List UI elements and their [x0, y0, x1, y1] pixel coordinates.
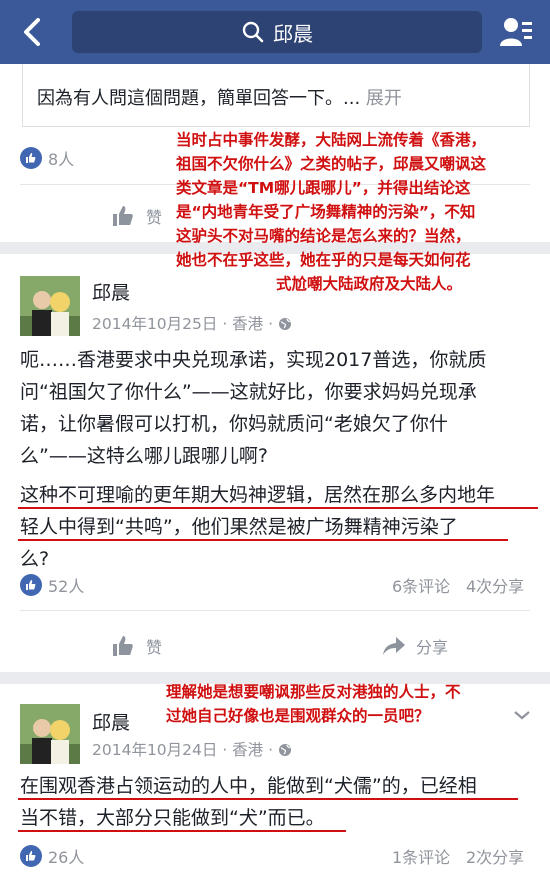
search-bar[interactable]: 邱晨 — [72, 11, 482, 53]
red-underline — [18, 539, 508, 541]
red-underline — [18, 798, 518, 800]
like-icon — [20, 574, 42, 596]
chevron-down-icon[interactable] — [512, 708, 532, 722]
thumbs-up-icon — [113, 636, 133, 656]
author-name[interactable]: 邱晨 — [92, 708, 130, 735]
share-arrow-icon — [383, 637, 405, 655]
expand-link[interactable]: 展开 — [366, 88, 402, 109]
annotation-text-2: 理解她是想要嘲讽那些反对港独的人士，不 过她自己好像也是围观群众的一员吧？ — [166, 683, 461, 725]
like-count[interactable]: 8人 — [20, 146, 74, 170]
post-paragraph-2: 这种不可理喻的更年期大妈神逻辑，居然在那么多内地年 轻人中得到“共鸣”，他们果然… — [20, 484, 496, 570]
shared-content-box: 因為有人問這個問題，簡單回答一下。... 展开 — [22, 64, 530, 127]
post-paragraph-1: 呃……香港要求中央兑现承诺，实现2017普选，你就质 问“祖国欠了你什么”——这… — [20, 349, 487, 467]
comment-count[interactable]: 1条评论 — [392, 844, 450, 868]
share-count[interactable]: 4次分享 — [466, 573, 524, 597]
share-count[interactable]: 2次分享 — [466, 844, 524, 868]
like-icon — [20, 845, 42, 867]
back-arrow-icon[interactable] — [14, 14, 50, 50]
search-query: 邱晨 — [273, 21, 313, 46]
friends-list-icon[interactable] — [498, 14, 534, 50]
share-button[interactable]: 分享 — [382, 634, 448, 658]
post-meta: 2014年10月25日 · 香港 · — [92, 312, 292, 334]
search-icon — [242, 21, 264, 43]
avatar[interactable] — [20, 276, 80, 336]
globe-icon — [278, 318, 291, 330]
thumbs-up-icon — [113, 206, 133, 226]
post-card-oct25: 邱晨 2014年10月25日 · 香港 · 呃……香港要求中央兑现承诺，实现20… — [0, 254, 550, 672]
red-underline — [18, 830, 346, 832]
author-name[interactable]: 邱晨 — [92, 278, 130, 305]
like-count[interactable]: 52人 — [20, 573, 84, 597]
globe-icon — [278, 744, 291, 756]
red-underline — [18, 507, 538, 509]
top-bar: 邱晨 — [0, 0, 550, 64]
like-count[interactable]: 26人 — [20, 844, 84, 868]
avatar[interactable] — [20, 704, 80, 764]
comment-count[interactable]: 6条评论 — [392, 573, 450, 597]
like-icon — [20, 147, 42, 169]
post-meta: 2014年10月24日 · 香港 · — [92, 738, 292, 760]
post-preview-text: 因為有人問這個問題，簡單回答一下。... — [37, 88, 361, 109]
like-button[interactable]: 赞 — [112, 204, 162, 228]
divider — [20, 610, 530, 611]
like-button[interactable]: 赞 — [112, 634, 162, 658]
annotation-text-1: 当时占中事件发酵，大陆网上流传着《香港， 祖国不欠你什么》之类的帖子，邱晨又嘲讽… — [176, 131, 487, 293]
post-paragraph: 在围观香港占领运动的人中，能做到“犬儒”的，已经相 当不错，大部分只能做到“犬”… — [20, 775, 477, 829]
